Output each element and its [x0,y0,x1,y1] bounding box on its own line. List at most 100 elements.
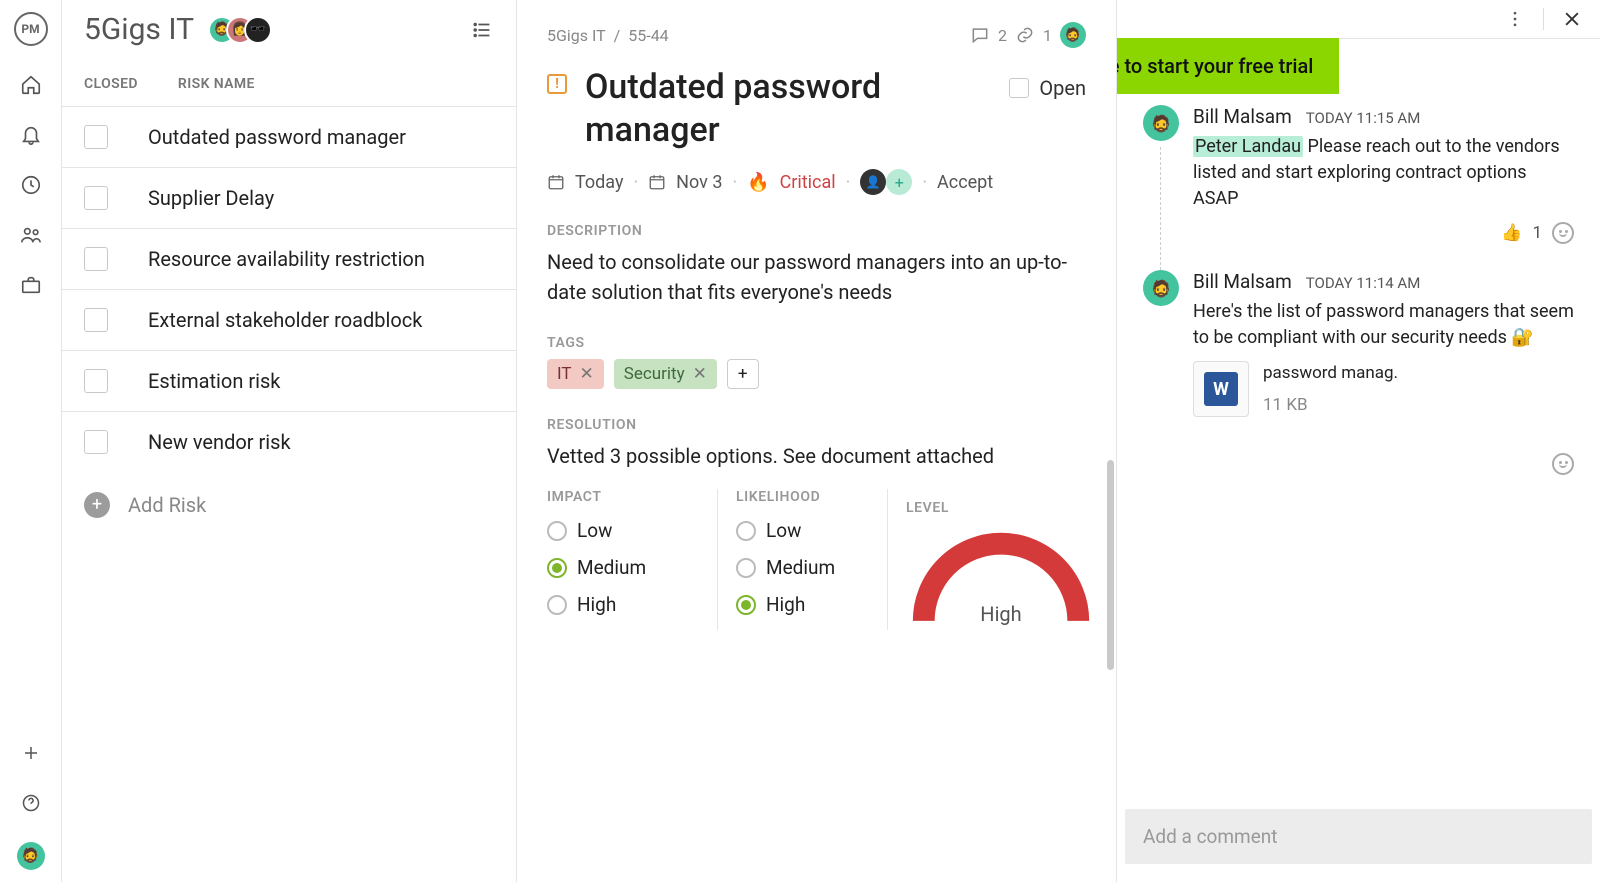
link-count: 1 [1043,26,1052,45]
more-icon[interactable] [1505,9,1525,29]
breadcrumb-id[interactable]: 55-44 [628,26,668,45]
home-icon[interactable] [20,74,42,96]
closed-checkbox[interactable] [84,125,108,149]
comment-input[interactable]: Add a comment [1125,809,1592,864]
risk-row[interactable]: New vendor risk [62,411,516,472]
owner-avatar[interactable]: 🧔 [1060,22,1086,48]
section-label: LIKELIHOOD [736,489,877,505]
scrollbar-thumb[interactable] [1107,460,1114,670]
add-risk-button[interactable]: + Add Risk [62,472,516,538]
assignees[interactable]: 👤+ [860,169,912,195]
mention[interactable]: Peter Landau [1193,136,1303,157]
close-icon[interactable] [1562,9,1582,29]
breadcrumb: 5Gigs IT / 55-44 2 1 🧔 [547,22,1086,48]
risk-name: Resource availability restriction [148,247,425,271]
bell-icon[interactable] [20,124,42,146]
description-text[interactable]: Need to consolidate our password manager… [547,247,1086,307]
risk-row[interactable]: Supplier Delay [62,167,516,228]
comment-author[interactable]: Bill Malsam [1193,270,1292,293]
status-checkbox[interactable] [1009,78,1029,98]
risk-name: Outdated password manager [148,125,406,149]
comment-avatar[interactable]: 🧔 [1143,270,1179,306]
flame-icon: 🔥 [747,172,769,193]
comment-text: Here's the list of password managers tha… [1193,299,1574,351]
reaction-count: 1 [1532,223,1542,243]
resolution-text[interactable]: Vetted 3 possible options. See document … [547,441,1086,471]
created-date[interactable]: Today [575,172,623,193]
project-title: 5Gigs IT [84,12,194,47]
closed-checkbox[interactable] [84,308,108,332]
comment-author[interactable]: Bill Malsam [1193,105,1292,128]
risk-row[interactable]: Resource availability restriction [62,228,516,289]
add-risk-label: Add Risk [128,493,206,517]
clock-icon[interactable] [20,174,42,196]
current-user-avatar[interactable]: 🧔 [17,842,45,870]
risk-name: External stakeholder roadblock [148,308,422,332]
comments-panel: Click here to start your free trial COMM… [1117,0,1600,882]
comment-avatar[interactable]: 🧔 [1143,105,1179,141]
trial-banner[interactable]: Click here to start your free trial [1117,38,1339,94]
comment-item: 🧔 Bill Malsam TODAY 11:14 AM Here's the … [1143,270,1574,417]
section-label: TAGS [547,335,1086,351]
impact-low[interactable]: Low [547,519,707,542]
col-closed: CLOSED [84,76,138,92]
likelihood-low[interactable]: Low [736,519,877,542]
risk-row[interactable]: External stakeholder roadblock [62,289,516,350]
list-options-icon[interactable] [472,19,494,41]
risk-row[interactable]: Outdated password manager [62,106,516,167]
people-icon[interactable] [20,224,42,246]
section-label: IMPACT [547,489,707,505]
comment-item: 🧔 Bill Malsam TODAY 11:15 AM Peter Landa… [1143,105,1574,244]
risk-title[interactable]: Outdated password manager [585,66,991,151]
add-reaction-icon[interactable] [1552,222,1574,244]
risk-type-icon: ! [547,74,567,94]
impact-medium[interactable]: Medium [547,556,707,579]
closed-checkbox[interactable] [84,430,108,454]
list-header: CLOSED RISK NAME [62,62,516,106]
calendar-icon[interactable] [648,173,666,191]
tag-it[interactable]: IT✕ [547,359,604,389]
comment-icon[interactable] [970,25,990,45]
section-label: DESCRIPTION [547,223,1086,239]
section-label: RESOLUTION [547,417,1086,433]
section-label: LEVEL [906,500,949,516]
project-members[interactable]: 🧔👩🕶️ [208,16,272,44]
tag-security[interactable]: Security✕ [614,359,717,389]
risk-list-panel: 5Gigs IT 🧔👩🕶️ CLOSED RISK NAME Outdated … [62,0,517,882]
attachment-size: 11 KB [1263,395,1398,415]
closed-checkbox[interactable] [84,186,108,210]
plus-icon[interactable] [20,742,42,764]
add-reaction-icon[interactable] [1552,453,1574,475]
link-icon[interactable] [1015,25,1035,45]
closed-checkbox[interactable] [84,369,108,393]
remove-tag-icon[interactable]: ✕ [580,364,594,384]
attachment[interactable]: W password manag. 11 KB [1193,361,1574,417]
thumbs-up-icon[interactable]: 👍 [1501,223,1522,243]
impact-high[interactable]: High [547,593,707,616]
risk-detail-panel: 5Gigs IT / 55-44 2 1 🧔 ! Outdated passwo… [517,0,1117,882]
app-logo[interactable]: PM [14,12,48,46]
remove-tag-icon[interactable]: ✕ [693,364,707,384]
accept-button[interactable]: Accept [937,172,993,193]
closed-checkbox[interactable] [84,247,108,271]
risk-name: Supplier Delay [148,186,274,210]
risk-row[interactable]: Estimation risk [62,350,516,411]
calendar-icon[interactable] [547,173,565,191]
add-tag-button[interactable]: + [727,359,759,389]
priority[interactable]: Critical [780,172,836,193]
word-doc-icon: W [1193,361,1249,417]
likelihood-medium[interactable]: Medium [736,556,877,579]
level-value: High [906,602,1096,626]
status-label: Open [1039,76,1086,100]
risk-name: New vendor risk [148,430,291,454]
risk-name: Estimation risk [148,369,280,393]
briefcase-icon[interactable] [20,274,42,296]
likelihood-high[interactable]: High [736,593,877,616]
due-date[interactable]: Nov 3 [676,172,722,193]
comment-time: TODAY 11:15 AM [1306,109,1421,127]
risk-meta: Today · Nov 3 · 🔥 Critical · 👤+ · Accept [547,169,1086,195]
left-rail: PM 🧔 [0,0,62,882]
help-icon[interactable] [20,792,42,814]
breadcrumb-project[interactable]: 5Gigs IT [547,26,606,45]
level-gauge: High [906,530,1096,630]
